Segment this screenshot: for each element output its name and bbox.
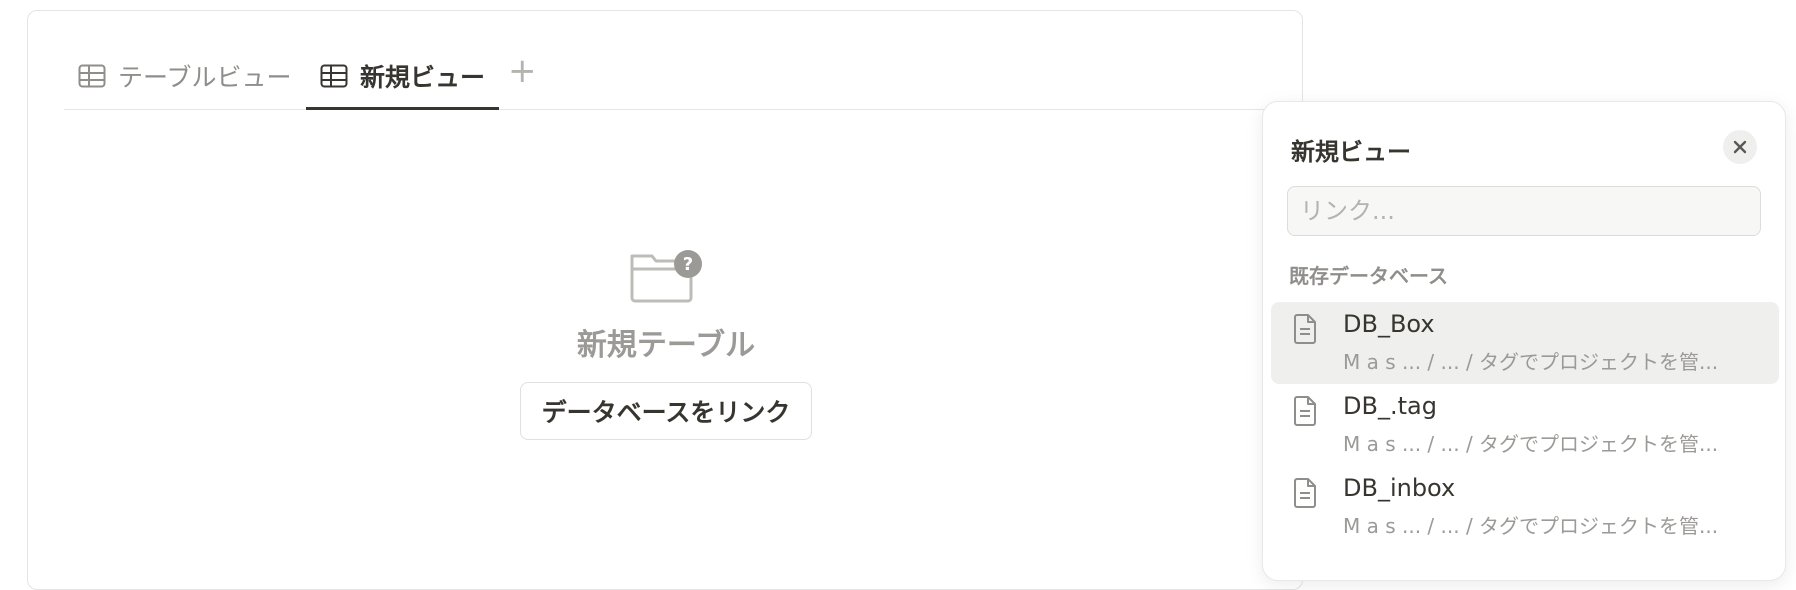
view-tabs: テーブルビュー 新規ビュー + bbox=[64, 44, 1304, 110]
tab-table-view[interactable]: テーブルビュー bbox=[78, 44, 292, 108]
close-icon bbox=[1733, 140, 1747, 154]
page-icon bbox=[1294, 478, 1316, 508]
tab-label: テーブルビュー bbox=[118, 63, 292, 92]
database-name: DB_.tag bbox=[1343, 392, 1437, 420]
table-icon bbox=[320, 64, 348, 88]
list-item[interactable]: DB_Box M a s ... / ... / タグでプロジェクトを管... bbox=[1271, 302, 1779, 384]
tab-label: 新規ビュー bbox=[360, 63, 486, 92]
table-icon bbox=[78, 64, 106, 88]
folder-question-icon: ? bbox=[630, 250, 702, 303]
page-icon bbox=[1294, 396, 1316, 426]
new-view-panel: 新規ビュー 既存データベース DB_Box M a s ... / ... / … bbox=[1262, 101, 1786, 581]
database-name: DB_Box bbox=[1343, 310, 1435, 338]
panel-title: 新規ビュー bbox=[1291, 138, 1411, 166]
link-search-input[interactable] bbox=[1287, 186, 1761, 236]
database-list: DB_Box M a s ... / ... / タグでプロジェクトを管... … bbox=[1271, 302, 1779, 548]
database-name: DB_inbox bbox=[1343, 474, 1456, 502]
empty-state: ? 新規テーブル bbox=[520, 248, 812, 364]
database-path: M a s ... / ... / タグでプロジェクトを管... bbox=[1343, 350, 1719, 374]
page-icon bbox=[1294, 314, 1316, 344]
database-path: M a s ... / ... / タグでプロジェクトを管... bbox=[1343, 432, 1719, 456]
link-database-button[interactable]: データベースをリンク bbox=[520, 382, 812, 440]
empty-state-title: 新規テーブル bbox=[576, 328, 756, 363]
section-label: 既存データベース bbox=[1289, 264, 1448, 288]
close-button[interactable] bbox=[1723, 130, 1757, 164]
tab-new-view[interactable]: 新規ビュー bbox=[305, 44, 500, 110]
list-item[interactable]: DB_inbox M a s ... / ... / タグでプロジェクトを管..… bbox=[1271, 466, 1779, 548]
svg-text:?: ? bbox=[683, 254, 693, 275]
database-path: M a s ... / ... / タグでプロジェクトを管... bbox=[1343, 514, 1719, 538]
add-view-button[interactable]: + bbox=[508, 54, 537, 88]
list-item[interactable]: DB_.tag M a s ... / ... / タグでプロジェクトを管... bbox=[1271, 384, 1779, 466]
